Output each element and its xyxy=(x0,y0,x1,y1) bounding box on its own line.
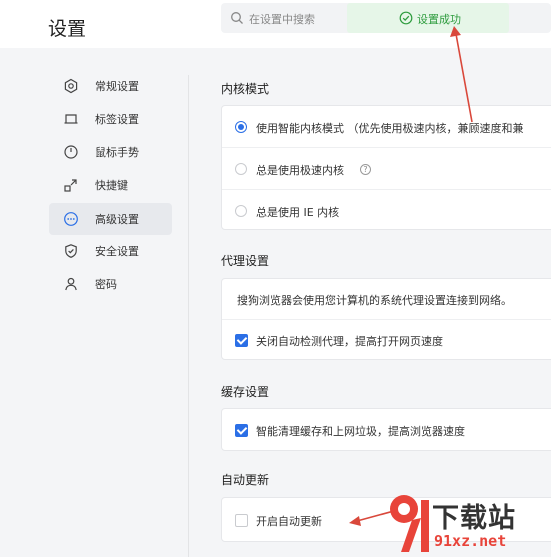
watermark-logo-icon xyxy=(390,495,429,552)
section-title-kernel: 内核模式 xyxy=(221,82,270,96)
kernel-option-ie[interactable]: 总是使用 IE 内核 xyxy=(222,190,551,230)
success-toast: 设置成功 xyxy=(347,3,509,33)
checkbox[interactable] xyxy=(235,514,248,527)
sidebar-item-label: 常规设置 xyxy=(95,80,139,93)
section-title-cache: 缓存设置 xyxy=(221,385,270,399)
option-label: 总是使用 IE 内核 xyxy=(256,206,340,219)
proxy-option[interactable]: 关闭自动检测代理，提高打开网页速度 xyxy=(222,320,551,360)
shield-icon xyxy=(65,244,77,258)
radio-button[interactable] xyxy=(235,121,247,133)
sidebar-item-label: 标签设置 xyxy=(95,113,139,126)
proxy-panel: 搜狗浏览器会使用您计算机的系统代理设置连接到网络。 关闭自动检测代理，提高打开网… xyxy=(221,278,551,360)
top-bar: 设置 在设置中搜索 设置成功 xyxy=(0,0,551,48)
sidebar-divider xyxy=(188,75,189,557)
mouse-icon xyxy=(64,145,78,159)
tab-icon xyxy=(64,114,78,124)
checkbox[interactable] xyxy=(235,424,248,437)
option-label: 开启自动更新 xyxy=(256,515,322,528)
check-circle-icon xyxy=(399,11,413,25)
shortcut-icon xyxy=(64,179,77,192)
help-icon[interactable]: ? xyxy=(360,164,371,175)
page-title: 设置 xyxy=(48,18,87,40)
watermark: 下载站 91xz.net xyxy=(385,488,551,557)
sidebar-item-security[interactable]: 安全设置 xyxy=(49,235,172,267)
user-icon xyxy=(65,277,77,291)
toast-text: 设置成功 xyxy=(417,13,461,26)
watermark-domain: 91xz.net xyxy=(434,532,507,550)
option-label: 总是使用极速内核 xyxy=(256,164,344,177)
radio-button[interactable] xyxy=(235,163,247,175)
checkbox[interactable] xyxy=(235,334,248,347)
kernel-option-smart[interactable]: 使用智能内核模式 （优先使用极速内核，兼顾速度和兼 xyxy=(222,106,551,147)
sidebar-item-label: 安全设置 xyxy=(95,245,139,258)
sidebar-item-label: 快捷键 xyxy=(95,179,128,192)
sidebar-item-shortcuts[interactable]: 快捷键 xyxy=(49,169,172,201)
sidebar-item-general[interactable]: 常规设置 xyxy=(49,70,172,102)
sidebar-item-password[interactable]: 密码 xyxy=(49,268,172,300)
option-label: 关闭自动检测代理，提高打开网页速度 xyxy=(256,335,443,348)
sidebar-item-mouse-gesture[interactable]: 鼠标手势 xyxy=(49,136,172,168)
option-label: 智能清理缓存和上网垃圾，提高浏览器速度 xyxy=(256,425,465,438)
cache-panel: 智能清理缓存和上网垃圾，提高浏览器速度 xyxy=(221,408,551,451)
section-title-update: 自动更新 xyxy=(221,473,270,487)
search-icon xyxy=(231,12,243,24)
sidebar-item-label: 鼠标手势 xyxy=(95,146,139,159)
sidebar-item-label: 密码 xyxy=(95,278,117,291)
proxy-description: 搜狗浏览器会使用您计算机的系统代理设置连接到网络。 xyxy=(237,294,512,307)
sidebar-item-label: 高级设置 xyxy=(95,213,139,226)
cache-option[interactable]: 智能清理缓存和上网垃圾，提高浏览器速度 xyxy=(222,409,551,450)
option-label: 使用智能内核模式 （优先使用极速内核，兼顾速度和兼 xyxy=(256,122,524,135)
section-title-proxy: 代理设置 xyxy=(221,254,270,268)
kernel-panel: 使用智能内核模式 （优先使用极速内核，兼顾速度和兼 总是使用极速内核 ? 总是使… xyxy=(221,105,551,230)
sidebar-item-tabs[interactable]: 标签设置 xyxy=(49,103,172,135)
settings-hex-icon xyxy=(64,78,78,94)
search-placeholder: 在设置中搜索 xyxy=(249,13,315,26)
more-dots-icon xyxy=(64,212,78,226)
radio-button[interactable] xyxy=(235,205,247,217)
sidebar-item-advanced[interactable]: 高级设置 xyxy=(49,203,172,235)
kernel-option-speed[interactable]: 总是使用极速内核 ? xyxy=(222,148,551,189)
watermark-brand: 下载站 xyxy=(432,503,516,534)
